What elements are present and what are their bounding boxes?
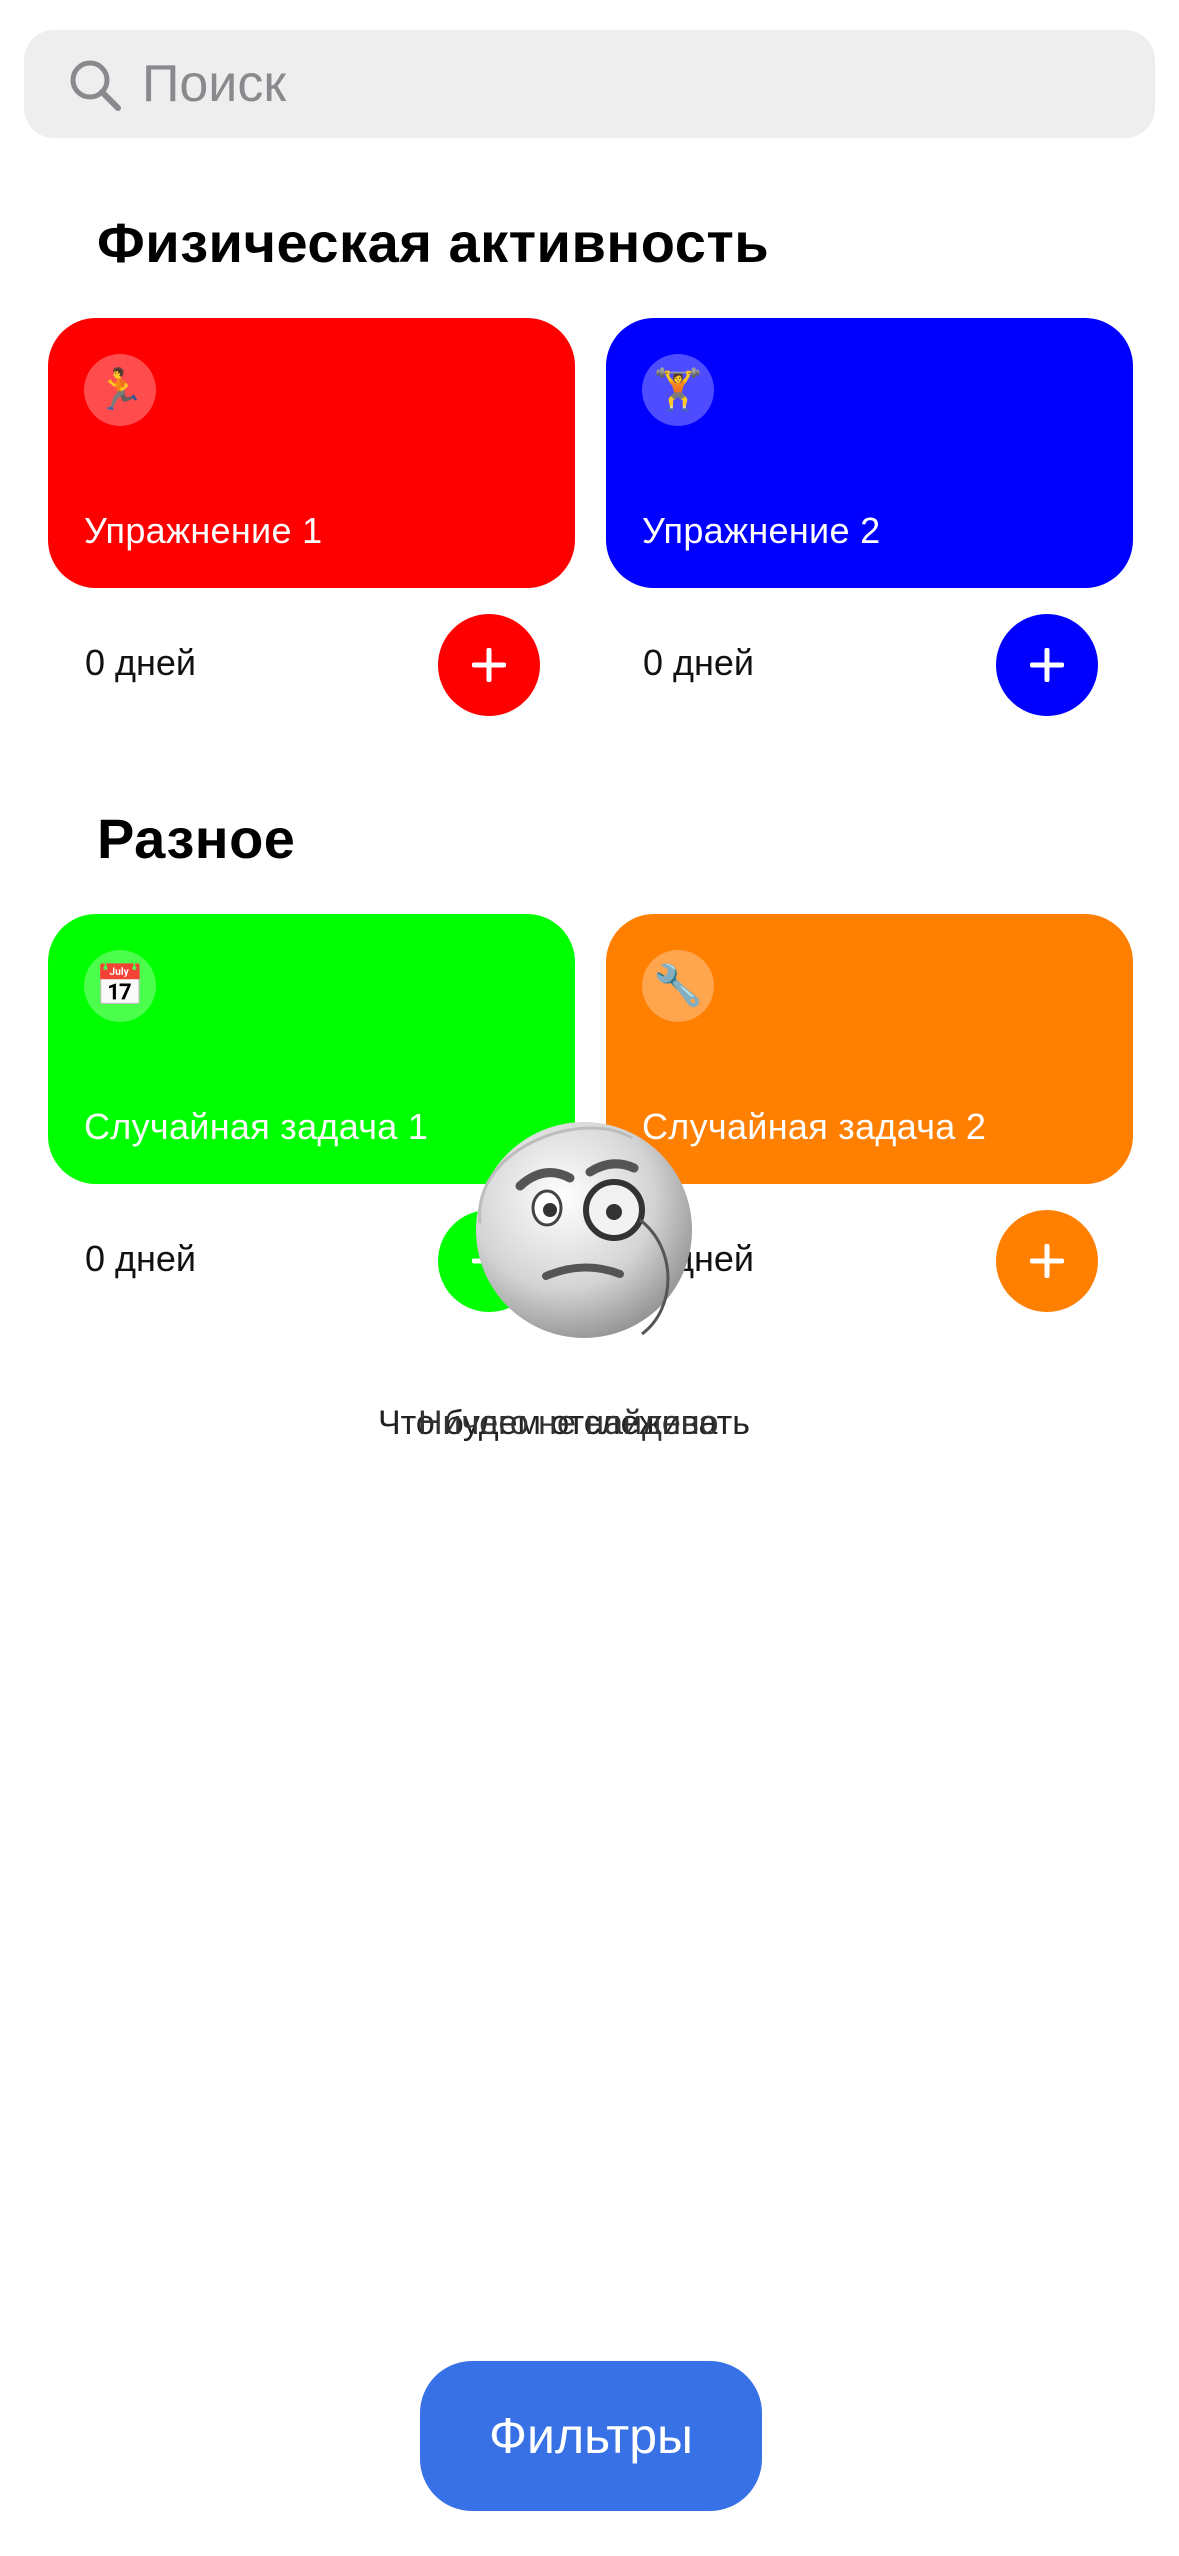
plus-icon	[472, 648, 506, 682]
add-button-exercise-1[interactable]	[438, 614, 540, 716]
days-counter: 0 дней	[85, 642, 197, 683]
habit-card-exercise-2[interactable]: 🏋 Упражнение 2	[606, 318, 1133, 588]
add-button-random-task-2[interactable]	[996, 1210, 1098, 1312]
empty-state-message: Ничего не найдено	[418, 1404, 719, 1442]
filters-button[interactable]: Фильтры	[420, 2361, 762, 2511]
wrench-icon: 🔧	[642, 950, 714, 1022]
plus-icon	[1030, 1244, 1064, 1278]
days-counter: 0 дней	[643, 642, 755, 683]
card-title: Упражнение 1	[84, 510, 323, 551]
runner-icon: 🏃	[84, 354, 156, 426]
section-title-physical-activity: Физическая активность	[97, 211, 770, 274]
search-icon	[70, 60, 121, 111]
search-input[interactable]	[142, 30, 1102, 138]
days-counter: 0 дней	[85, 1238, 197, 1279]
app-screen: Физическая активность 🏃 Упражнение 1 0 д…	[0, 0, 1179, 2556]
card-title: Упражнение 2	[642, 510, 881, 551]
habit-card-exercise-1[interactable]: 🏃 Упражнение 1	[48, 318, 575, 588]
card-title: Случайная задача 1	[84, 1106, 429, 1147]
search-bar[interactable]	[24, 30, 1155, 138]
add-button-exercise-2[interactable]	[996, 614, 1098, 716]
section-title-misc: Разное	[97, 807, 296, 870]
plus-icon	[1030, 648, 1064, 682]
face-with-monocle-icon	[476, 1122, 692, 1338]
weightlifter-icon: 🏋	[642, 354, 714, 426]
calendar-icon: 📅	[84, 950, 156, 1022]
